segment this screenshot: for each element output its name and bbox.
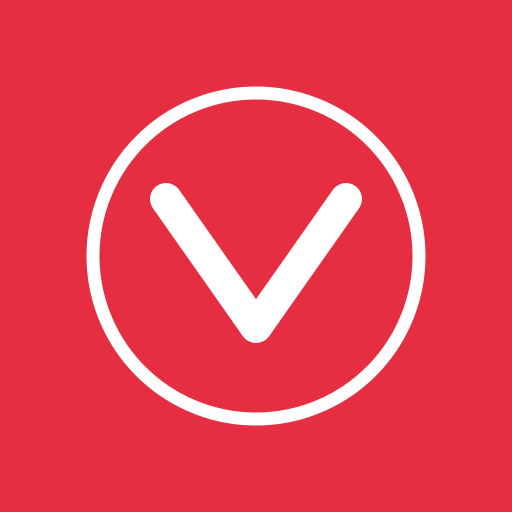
logo-v-chevron	[150, 183, 362, 343]
v-chevron-circle-icon	[86, 86, 426, 426]
logo-ring	[86, 86, 426, 426]
app-icon-canvas	[0, 0, 512, 512]
